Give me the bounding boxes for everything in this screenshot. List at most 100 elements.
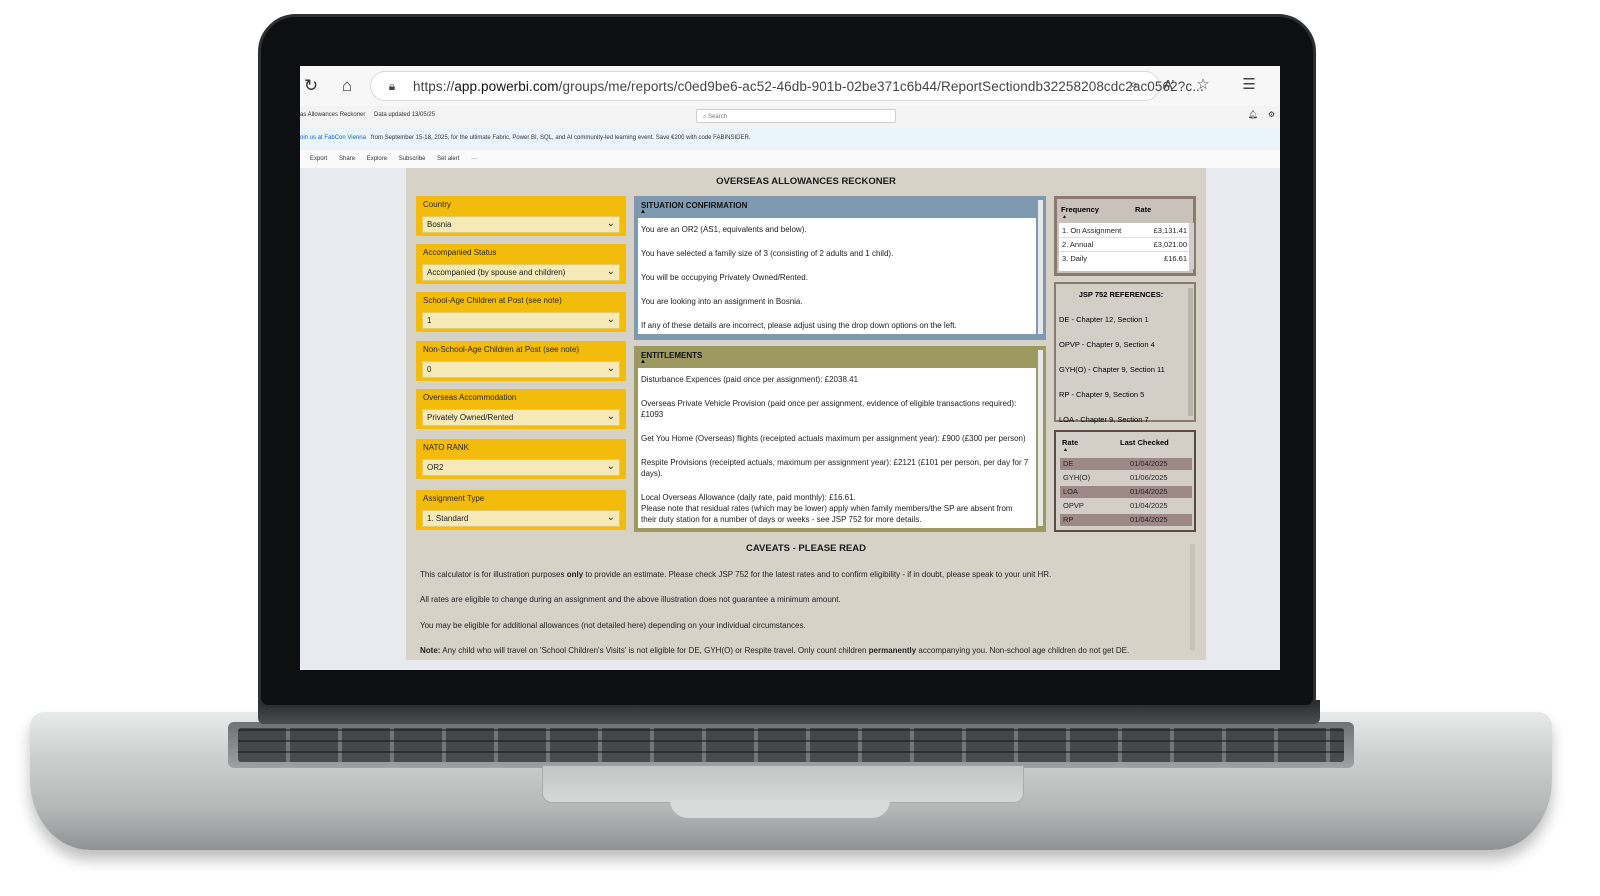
last-checked-rows: DE 01/04/2025 GYH(O) 01/06/2025 LOA 01/04/2… — [1060, 456, 1192, 528]
reference-line: RP - Chapter 9, Section 5 — [1059, 390, 1145, 399]
read-aloud-icon[interactable]: A’ — [1158, 74, 1180, 96]
non-school-age-children-dropdown[interactable]: 0 ⌄ — [422, 361, 620, 378]
caveats-scrollbar[interactable] — [1190, 544, 1195, 650]
column-header[interactable]: Rate — [1062, 438, 1078, 447]
slicer-assignment-type: Assignment Type 1. Standard ⌄ — [416, 490, 626, 530]
sort-caret-icon: ▲ — [640, 359, 646, 365]
slicer-overseas-accommodation: Overseas Accommodation Privately Owned/R… — [416, 389, 626, 429]
school-age-children-dropdown[interactable]: 1 ⌄ — [422, 312, 620, 329]
entitlements-text: Disturbance Expences (paid once per assi… — [638, 368, 1036, 528]
slicer-label: Country — [423, 200, 452, 209]
entitlement-line: Please note that residual rates (which m… — [641, 504, 1013, 513]
entitlements-scrollbar[interactable] — [1038, 350, 1043, 526]
data-updated: Data updated 13/05/25 — [374, 112, 436, 118]
chevron-down-icon: ⌄ — [606, 218, 615, 229]
home-icon[interactable]: ⌂ — [336, 75, 358, 97]
table-row[interactable]: OPVP 01/04/2025 — [1060, 500, 1192, 512]
favorites-list-icon[interactable]: ☰ — [1238, 74, 1260, 96]
report-toolbar: Export Share Explore Subscribe Set alert… — [300, 150, 1280, 168]
column-header[interactable]: Last Checked — [1120, 438, 1169, 447]
banner-text: from September 15-18, 2025, for the ulti… — [370, 135, 751, 141]
table-row[interactable]: 1. On Assignment £3,131.41 — [1059, 225, 1189, 238]
page-title: OVERSEAS ALLOWANCES RECKONER — [716, 176, 896, 187]
address-bar[interactable]: 🔒︎ https://app.powerbi.com/groups/me/rep… — [370, 71, 1204, 101]
caveat-line: You may be eligible for additional allow… — [420, 621, 806, 630]
report-name[interactable]: as Allowances Reckoner — [300, 112, 365, 118]
entitlement-line: Local Overseas Allowance (daily rate, pa… — [641, 493, 856, 502]
slicer-label: NATO RANK — [423, 443, 469, 452]
chevron-down-icon: ⌄ — [606, 363, 615, 374]
panel-title: JSP 752 REFERENCES: — [1078, 290, 1164, 299]
toolbar-export[interactable]: Export — [310, 156, 327, 162]
slicer-non-school-age-children: Non-School-Age Children at Post (see not… — [416, 341, 626, 381]
sort-caret-icon: ▲ — [1062, 214, 1067, 220]
toolbar-explore[interactable]: Explore — [367, 156, 387, 162]
pbi-search-input[interactable]: ⌕ Search — [696, 109, 896, 123]
panel-title: ENTITLEMENTS — [641, 351, 703, 360]
country-dropdown[interactable]: Bosnia ⌄ — [422, 216, 620, 233]
situation-line: You have selected a family size of 3 (co… — [641, 249, 894, 258]
entitlement-line: Get You Home (Overseas) flights (receipt… — [641, 434, 1026, 443]
situation-line: You are looking into an assignment in Bo… — [641, 297, 803, 306]
keyboard — [228, 722, 1354, 768]
trackpad — [542, 766, 1024, 803]
banner-link[interactable]: oin us at FabCon Vienna — [300, 135, 366, 141]
slicer-label: School-Age Children at Post (see note) — [423, 296, 562, 305]
notification-bell-icon[interactable]: 🔔︎ — [1248, 110, 1258, 119]
entitlement-line: Respite Provisions (receipted actuals, m… — [641, 458, 1029, 478]
promo-banner: oin us at FabCon Vienna from September 1… — [300, 128, 1280, 148]
settings-gear-icon[interactable]: ⚙ — [1268, 110, 1275, 119]
reference-line: LOA - Chapter 9, Section 7 — [1059, 415, 1149, 424]
column-header[interactable]: Rate — [1135, 205, 1151, 214]
slicer-label: Overseas Accommodation — [423, 393, 517, 402]
situation-scrollbar[interactable] — [1038, 200, 1043, 334]
overseas-accommodation-dropdown[interactable]: Privately Owned/Rented ⌄ — [422, 409, 620, 426]
panel-title: SITUATION CONFIRMATION — [641, 201, 748, 210]
column-header[interactable]: Frequency — [1061, 205, 1099, 214]
reference-line: DE - Chapter 12, Section 1 — [1059, 315, 1149, 324]
toolbar-share[interactable]: Share — [339, 156, 355, 162]
caveats-title: CAVEATS - PLEASE READ — [746, 543, 866, 554]
situation-line: You will be occupying Privately Owned/Re… — [641, 273, 808, 282]
table-row[interactable]: RP 01/04/2025 — [1060, 514, 1192, 526]
table-row[interactable]: DE 01/04/2025 — [1060, 458, 1192, 470]
chevron-down-icon: ⌄ — [606, 461, 615, 472]
zoom-icon[interactable]: ⌕ — [1123, 74, 1145, 96]
nato-rank-dropdown[interactable]: OR2 ⌄ — [422, 459, 620, 476]
table-row[interactable]: 2. Annual £3,021.00 — [1059, 239, 1189, 252]
laptop-screen: ↻ ⌂ 🔒︎ https://app.powerbi.com/groups/me… — [300, 66, 1280, 670]
sort-caret-icon: ▲ — [1063, 447, 1068, 453]
caveat-line: All rates are eligible to change during … — [420, 595, 841, 604]
frequency-scrollbar[interactable] — [1189, 223, 1194, 269]
entitlement-line: Disturbance Expences (paid once per assi… — [641, 375, 859, 384]
slicer-label: Accompanied Status — [423, 248, 497, 257]
table-row[interactable]: 3. Daily £16.61 — [1059, 253, 1189, 265]
keyboard-keys — [238, 728, 1344, 762]
report-page: OVERSEAS ALLOWANCES RECKONER Country Bos… — [406, 168, 1206, 660]
slicer-country: Country Bosnia ⌄ — [416, 196, 626, 236]
slicer-label: Non-School-Age Children at Post (see not… — [423, 345, 580, 354]
caveat-line: This calculator is for illustration purp… — [420, 570, 1052, 579]
lock-icon[interactable]: 🔒︎ — [381, 75, 403, 97]
url-text[interactable]: https://app.powerbi.com/groups/me/report… — [413, 79, 1204, 94]
slicer-school-age-children: School-Age Children at Post (see note) 1… — [416, 292, 626, 332]
toolbar-more[interactable]: ··· — [471, 156, 477, 162]
slicer-nato-rank: NATO RANK OR2 ⌄ — [416, 439, 626, 479]
sort-caret-icon: ▲ — [640, 209, 646, 215]
toolbar-subscribe[interactable]: Subscribe — [399, 156, 426, 162]
accompanied-status-dropdown[interactable]: Accompanied (by spouse and children) ⌄ — [422, 264, 620, 281]
frequency-rate-table: Frequency Rate ▲ 1. On Assignment £3,131.… — [1054, 196, 1196, 276]
situation-confirmation-panel: SITUATION CONFIRMATION ▲ You are an OR2 … — [634, 196, 1046, 340]
table-row[interactable]: GYH(O) 01/06/2025 — [1060, 472, 1192, 484]
entitlement-line: their duty station for a number of days … — [641, 515, 922, 524]
refresh-icon[interactable]: ↻ — [300, 75, 322, 97]
slicer-accompanied-status: Accompanied Status Accompanied (by spous… — [416, 244, 626, 284]
table-row[interactable]: LOA 01/04/2025 — [1060, 486, 1192, 498]
situation-line: You are an OR2 (AS1, equivalents and bel… — [641, 225, 807, 234]
assignment-type-dropdown[interactable]: 1. Standard ⌄ — [422, 510, 620, 527]
references-scrollbar[interactable] — [1188, 288, 1193, 416]
reference-line: OPVP - Chapter 9, Section 4 — [1059, 340, 1155, 349]
favorite-star-icon[interactable]: ☆ — [1192, 74, 1214, 96]
chevron-down-icon: ⌄ — [606, 411, 615, 422]
toolbar-set-alert[interactable]: Set alert — [437, 156, 459, 162]
